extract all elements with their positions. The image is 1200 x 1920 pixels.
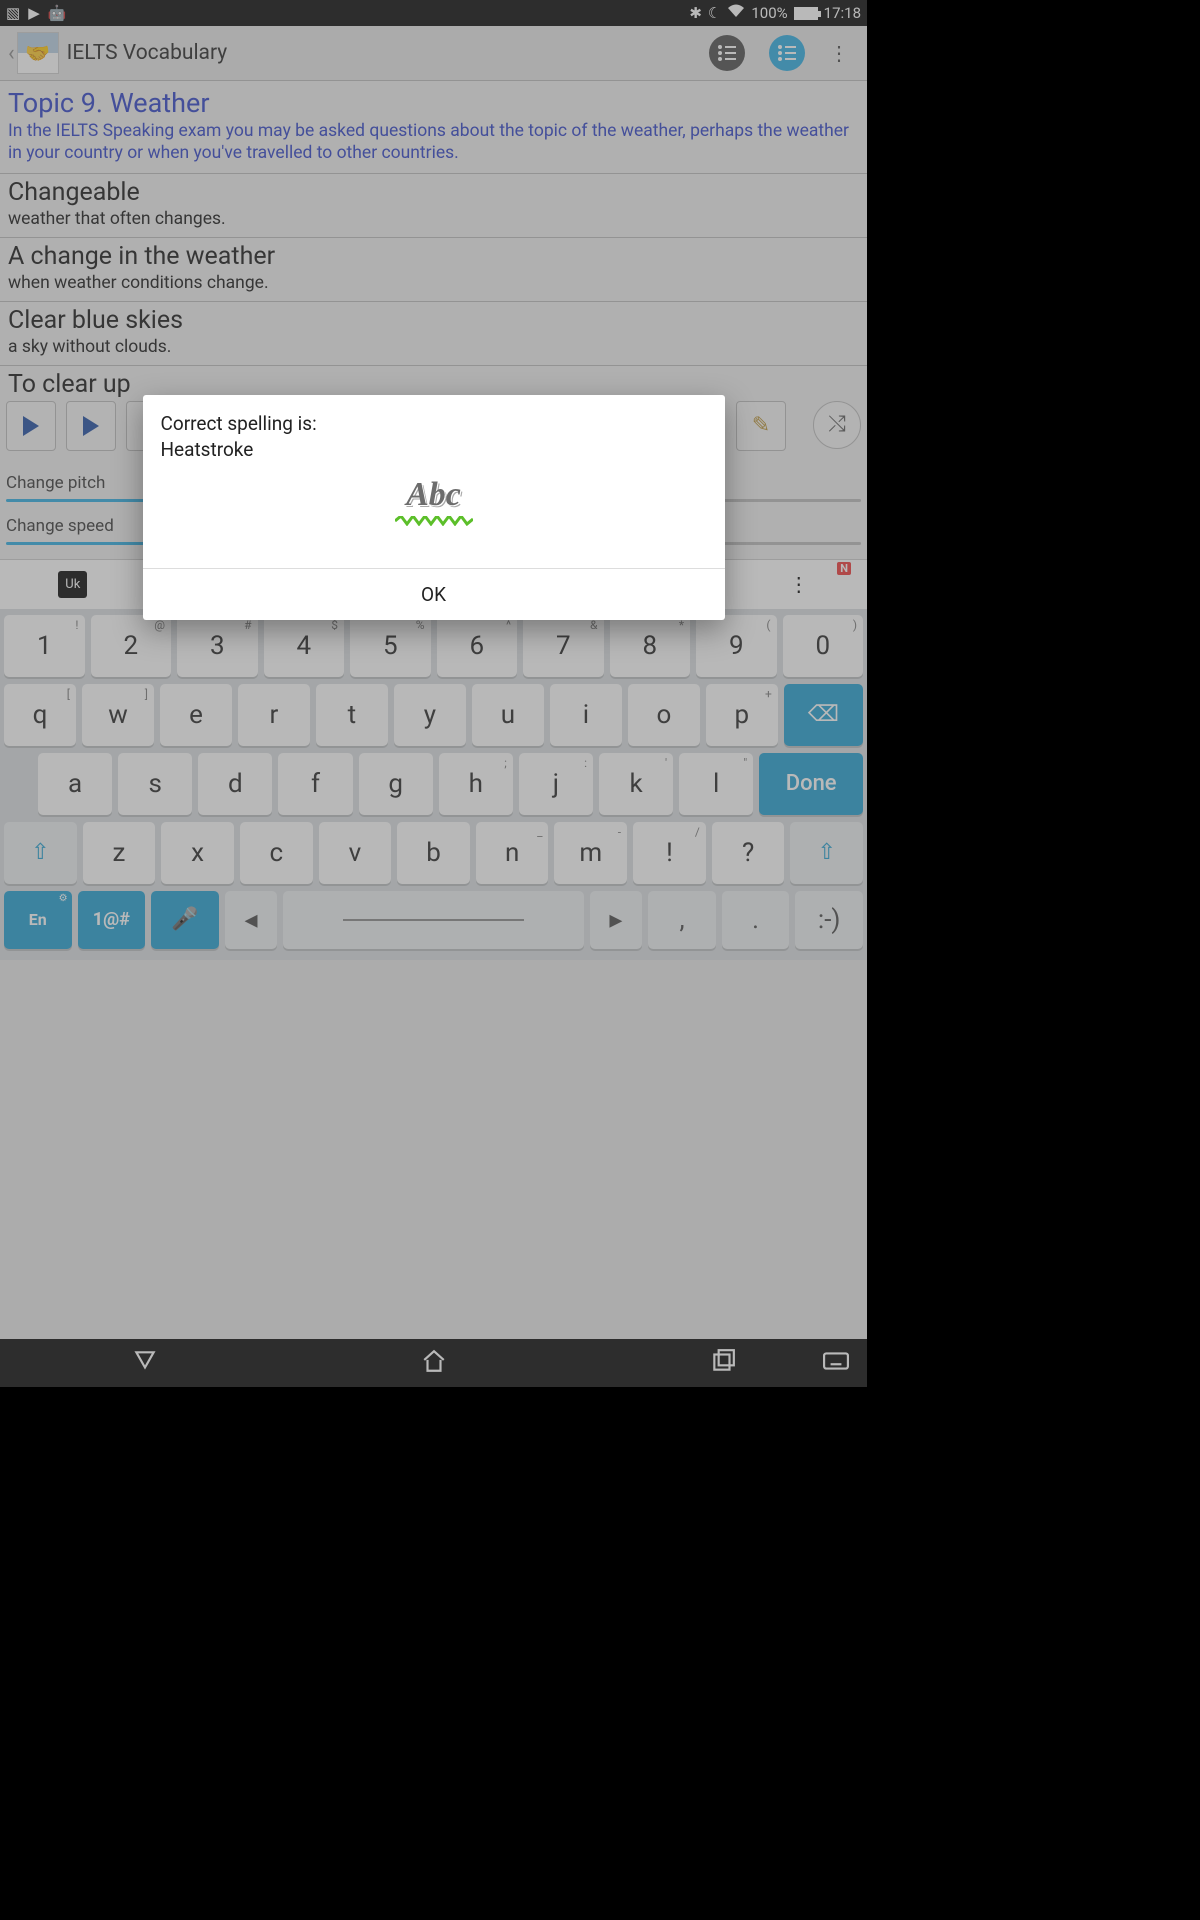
abc-icon: Abc (406, 472, 461, 518)
dialog-ok-button[interactable]: OK (143, 569, 725, 620)
dialog-line2: Heatstroke (161, 437, 707, 463)
dialog-illustration: Abc (161, 462, 707, 546)
dialog-line1: Correct spelling is: (161, 411, 707, 437)
spelling-dialog: Correct spelling is: Heatstroke Abc OK (143, 395, 725, 620)
modal-overlay[interactable] (0, 0, 867, 1387)
